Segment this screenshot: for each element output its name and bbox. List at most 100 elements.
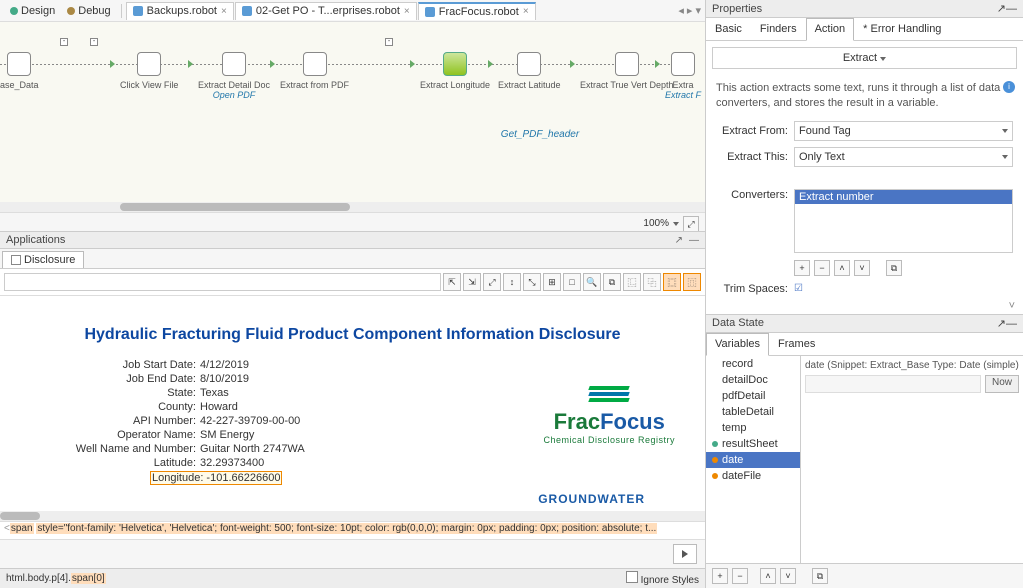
info-icon[interactable]: i [1003,81,1015,93]
browser-tool-button[interactable]: ⤡ [523,273,541,291]
highlighted-value[interactable]: Longitude: -101.66226600 [150,471,282,485]
converter-edit-button[interactable]: ⧉ [886,260,902,276]
node-box[interactable] [671,52,695,76]
minimize-icon[interactable]: — [689,235,699,246]
close-icon[interactable]: × [404,6,410,17]
browser-tool-button[interactable]: ⤢ [483,273,501,291]
browser-tool-button[interactable]: □ [563,273,581,291]
minimize-icon[interactable]: — [1006,3,1017,15]
extract-dropdown[interactable]: Extract [712,47,1017,69]
browser-tool-button[interactable]: ⿺ [623,273,641,291]
node-box[interactable] [517,52,541,76]
path-bar: html.body.p[4].span[0] Ignore Styles [0,568,705,588]
flow-node[interactable]: Extract Latitude [498,52,561,90]
flow-node[interactable]: ExtraExtract F [665,52,701,100]
data-state-tab[interactable]: Variables [706,333,769,356]
node-box[interactable] [137,52,161,76]
converters-list[interactable]: Extract number [794,189,1013,253]
flow-node[interactable]: Click View File [120,52,178,90]
file-tab[interactable]: FracFocus.robot× [418,2,536,20]
minimize-icon[interactable]: — [1006,318,1017,330]
disclosure-tab[interactable]: Disclosure [2,251,84,268]
converter-item[interactable]: Extract number [795,190,1012,204]
variable-item[interactable]: temp [706,420,800,436]
collapse-handle[interactable]: - [385,38,393,46]
browser-tool-button[interactable]: 🔍 [583,273,601,291]
flow-scrollbar[interactable] [0,202,705,212]
action-description: This action extracts some text, runs it … [706,75,1023,118]
variable-item[interactable]: tableDetail [706,404,800,420]
ds-down-button[interactable]: ˅ [780,568,796,584]
data-state-header: Data State ↗— [706,314,1023,333]
properties-tab[interactable]: Action [806,18,855,41]
restore-icon[interactable]: ↗ [675,235,683,246]
collapse-handle[interactable]: - [90,38,98,46]
file-tab[interactable]: Backups.robot× [126,2,234,20]
variable-item[interactable]: detailDoc [706,372,800,388]
restore-icon[interactable]: ↗ [997,3,1006,15]
flow-node[interactable]: Extract from PDF [280,52,349,90]
flow-node[interactable]: ase_Data [0,52,39,90]
variable-item[interactable]: resultSheet [706,436,800,452]
node-box[interactable] [222,52,246,76]
ds-up-button[interactable]: ˄ [760,568,776,584]
flow-canvas[interactable]: - - - ase_Data Click View File Extract Det… [0,22,705,202]
browser-content[interactable]: Hydraulic Fracturing Fluid Product Compo… [0,296,705,511]
scroll-down-icon[interactable]: ˅ [706,298,1023,314]
groundwater-logo: GROUNDWATER [538,492,645,506]
collapse-handle[interactable]: - [60,38,68,46]
design-mode-button[interactable]: Design [4,3,61,19]
properties-tab[interactable]: * Error Handling [854,18,950,40]
browser-tool-button[interactable]: ⿴ [663,273,681,291]
url-input[interactable] [4,273,441,291]
node-box[interactable] [7,52,31,76]
browser-tool-button[interactable]: ↕ [503,273,521,291]
extract-this-label: Extract This: [716,151,788,163]
date-value-input[interactable] [805,375,981,393]
flow-node[interactable]: Extract Longitude [420,52,490,90]
node-box[interactable] [615,52,639,76]
ds-edit-button[interactable]: ⧉ [812,568,828,584]
browser-tool-button[interactable]: ⿻ [643,273,661,291]
browser-tool-button[interactable]: ⇱ [443,273,461,291]
extract-this-select[interactable]: Only Text [794,147,1013,167]
node-sublabel: Extract F [665,90,701,100]
tab-overflow[interactable]: ◂ ▸ ▾ [678,4,701,17]
close-icon[interactable]: × [523,6,529,17]
close-icon[interactable]: × [221,6,227,17]
converter-add-button[interactable]: + [794,260,810,276]
zoom-dropdown[interactable] [673,222,679,226]
browser-tool-button[interactable]: ⿵ [683,273,701,291]
properties-tab[interactable]: Basic [706,18,751,40]
browser-tool-button[interactable]: ⇲ [463,273,481,291]
converter-up-button[interactable]: ˄ [834,260,850,276]
ds-add-button[interactable]: + [712,568,728,584]
flow-node[interactable]: Extract Detail DocOpen PDF [198,52,270,100]
converter-down-button[interactable]: ˅ [854,260,870,276]
ds-remove-button[interactable]: − [732,568,748,584]
variable-item[interactable]: date [706,452,800,468]
now-button[interactable]: Now [985,375,1019,393]
variable-item[interactable]: record [706,356,800,372]
file-tab[interactable]: 02-Get PO - T...erprises.robot× [235,2,417,20]
properties-tab[interactable]: Finders [751,18,806,40]
play-button[interactable] [673,544,697,564]
browser-tool-button[interactable]: ⧉ [603,273,621,291]
converter-remove-button[interactable]: − [814,260,830,276]
variable-item[interactable]: pdfDetail [706,388,800,404]
extract-from-select[interactable]: Found Tag [794,121,1013,141]
variable-item[interactable]: dateFile [706,468,800,484]
content-scrollbar[interactable] [0,511,705,521]
flow-expand-button[interactable]: ⤢ [683,216,699,232]
restore-icon[interactable]: ↗ [997,318,1006,330]
arrow-icon [655,60,660,68]
flow-node[interactable]: Extract True Vert Depth [580,52,674,90]
debug-mode-button[interactable]: Debug [61,3,116,19]
node-box[interactable] [303,52,327,76]
node-box[interactable] [443,52,467,76]
trim-spaces-checkbox[interactable]: ☑ [794,283,803,294]
ignore-styles-checkbox[interactable] [626,571,638,583]
browser-tool-button[interactable]: ⊞ [543,273,561,291]
data-state-tab[interactable]: Frames [769,333,824,355]
node-label: Extract from PDF [280,80,349,90]
